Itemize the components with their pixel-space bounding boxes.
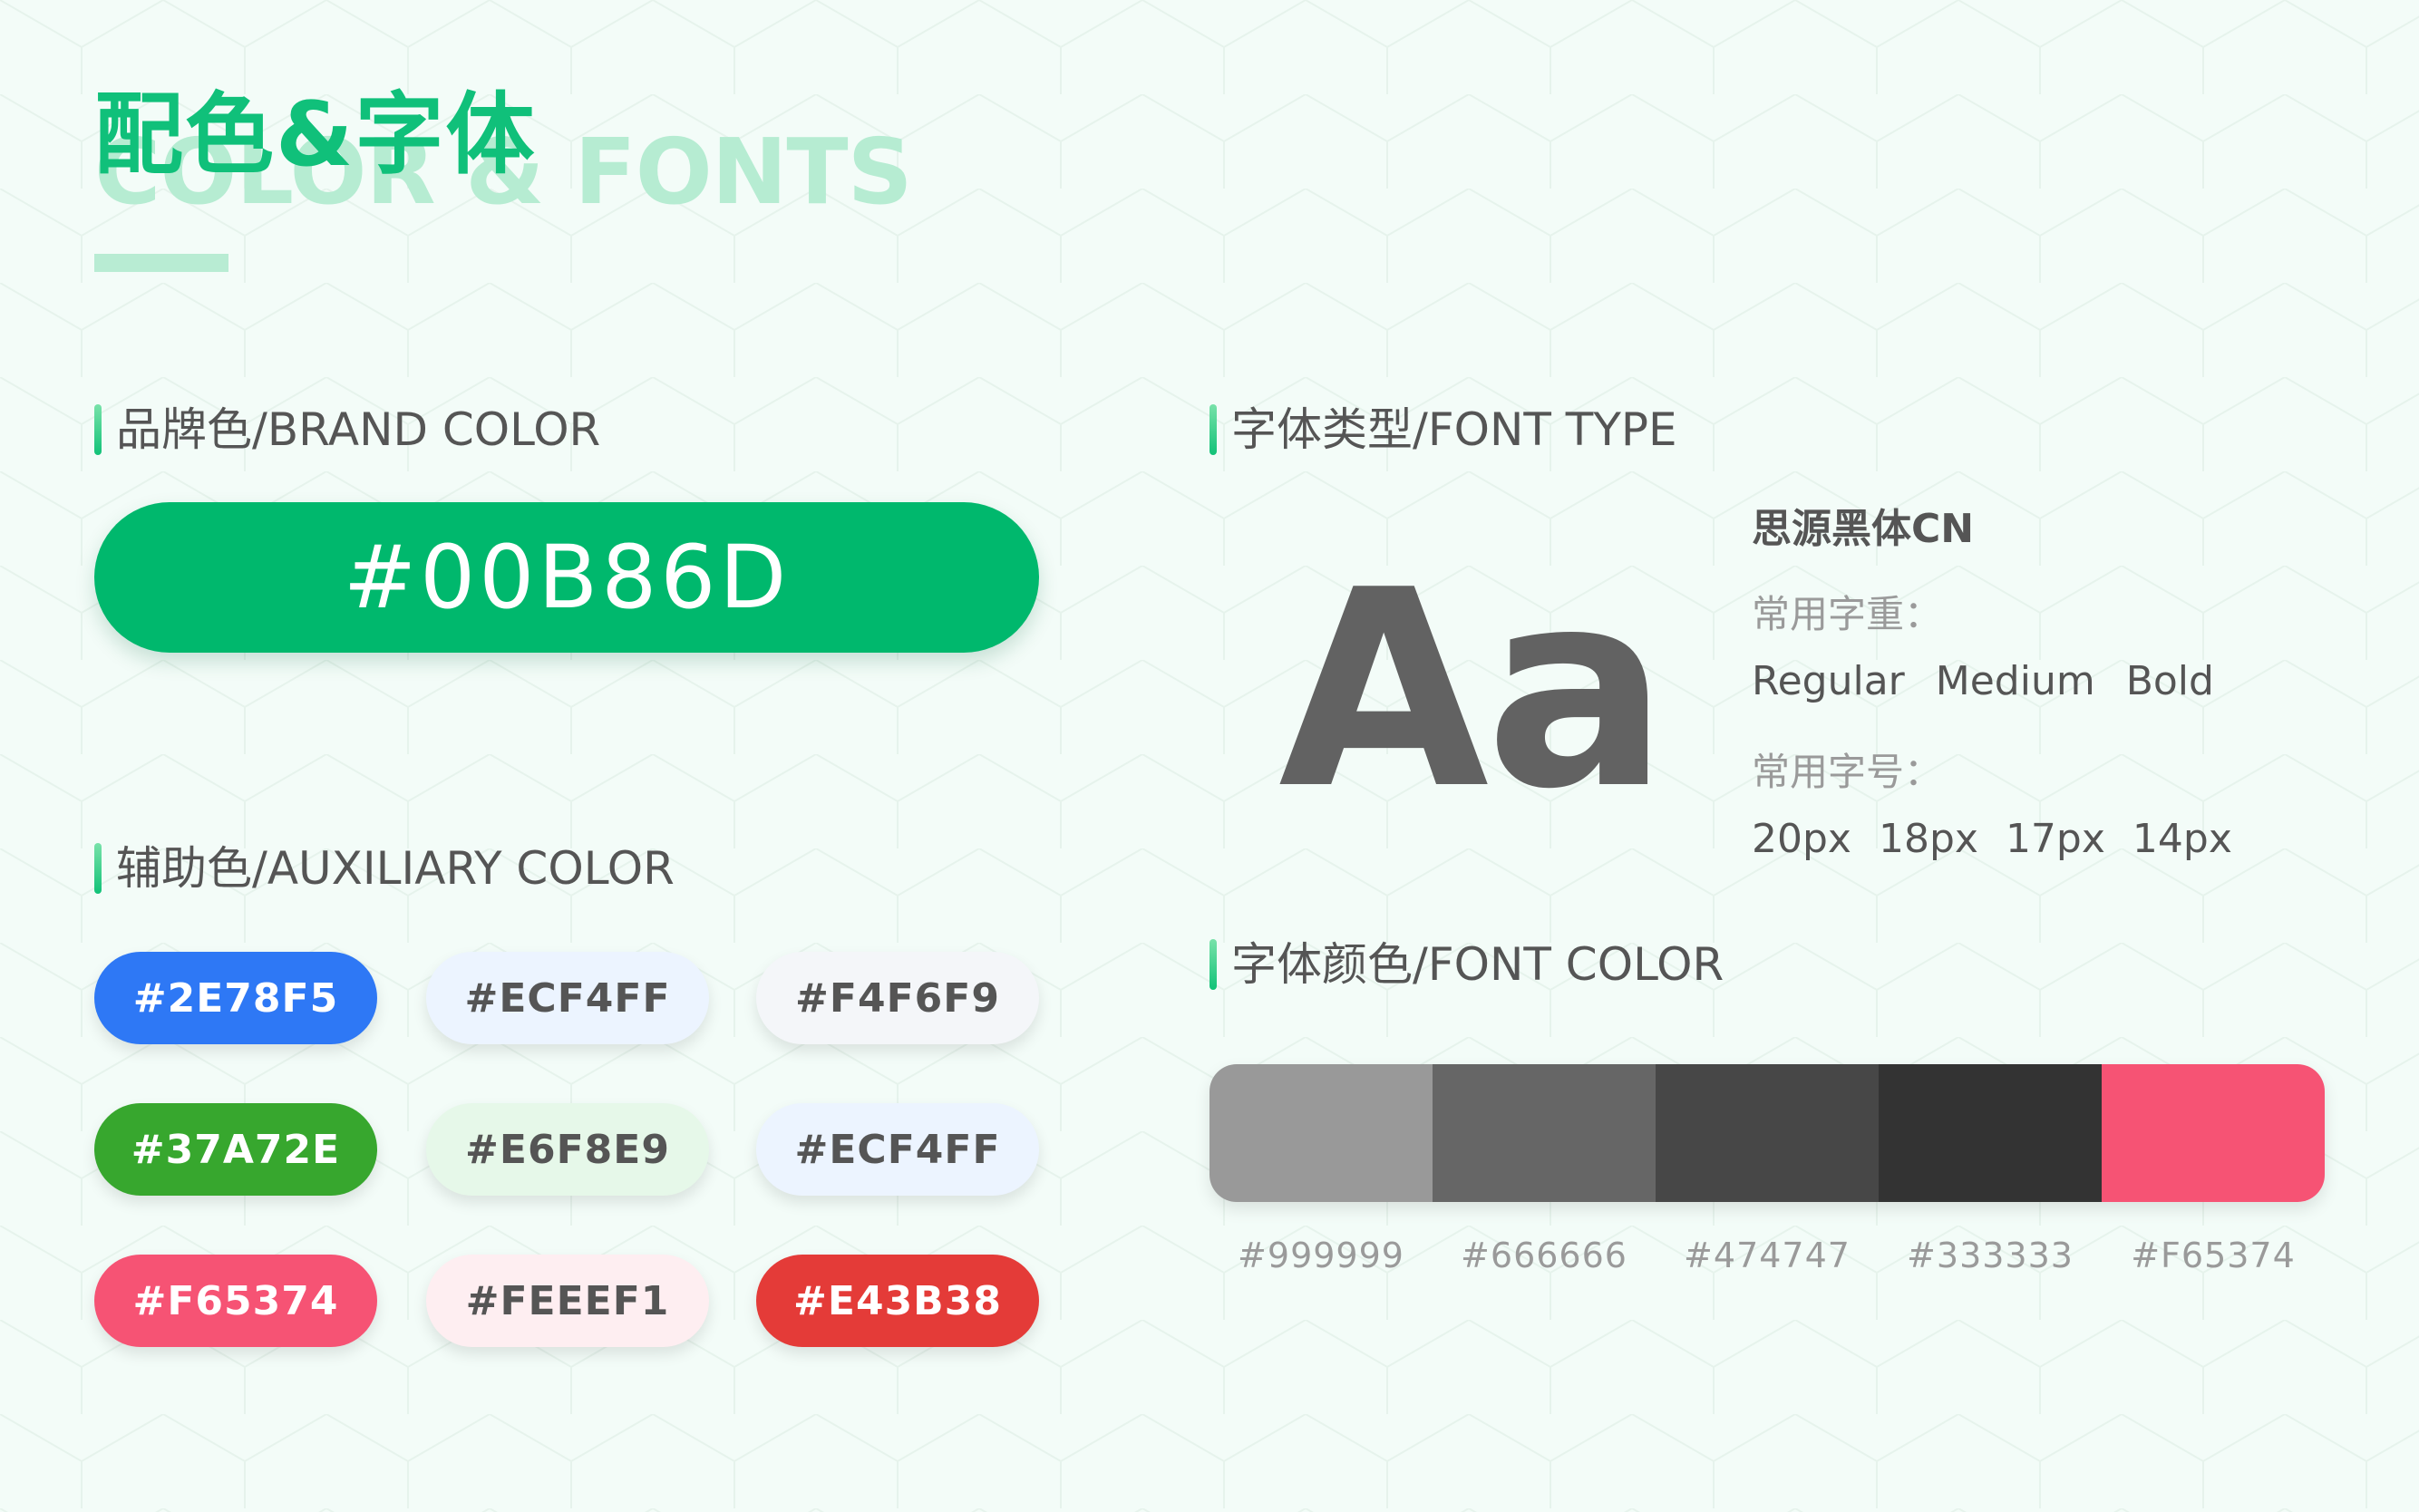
section-marker bbox=[94, 404, 102, 455]
title-underline bbox=[94, 254, 228, 272]
font-family-name: 思源黑体CN bbox=[1752, 506, 1975, 552]
aux-color-label: #FEEEF1 bbox=[465, 1277, 670, 1324]
font-size-item: 17px bbox=[2005, 816, 2105, 862]
font-weight-item: Medium bbox=[1935, 658, 2095, 704]
section-brand-color: 品牌色/BRAND COLOR bbox=[94, 402, 600, 457]
aux-color-label: #37A72E bbox=[131, 1126, 341, 1173]
aux-color-label: #F65374 bbox=[132, 1277, 339, 1324]
brand-color-label: #00B86D bbox=[343, 527, 791, 628]
font-color-label: #F65374 bbox=[2131, 1236, 2296, 1275]
brand-color-swatch: #00B86D bbox=[94, 502, 1039, 653]
font-color-label: #333333 bbox=[1907, 1236, 2074, 1275]
font-color-swatch bbox=[2102, 1064, 2325, 1202]
font-sample-glyphs: Aa bbox=[1278, 532, 1669, 848]
page-title-cn: 配色&字体 bbox=[94, 83, 537, 187]
font-size-item: 14px bbox=[2132, 816, 2232, 862]
aux-color-label: #ECF4FF bbox=[794, 1126, 1001, 1173]
section-marker bbox=[1210, 404, 1217, 455]
font-sizes-list: 20px 18px 17px 14px bbox=[1752, 814, 2232, 865]
aux-color-label: #F4F6F9 bbox=[795, 974, 1000, 1022]
font-color-label: #474747 bbox=[1684, 1236, 1851, 1275]
font-color-swatch bbox=[1210, 1064, 1433, 1202]
font-sizes-label: 常用字号： bbox=[1752, 750, 1943, 794]
font-color-swatch bbox=[1433, 1064, 1656, 1202]
aux-color-swatch: #37A72E bbox=[94, 1103, 377, 1196]
font-color-label: #666666 bbox=[1461, 1236, 1627, 1275]
aux-color-label: #ECF4FF bbox=[464, 974, 671, 1022]
section-marker bbox=[94, 843, 102, 894]
section-font-type-title: 字体类型/FONT TYPE bbox=[1231, 403, 1677, 456]
font-color-label: #999999 bbox=[1238, 1236, 1404, 1275]
aux-color-swatch: #ECF4FF bbox=[426, 952, 709, 1044]
section-marker bbox=[1210, 939, 1217, 990]
section-brand-color-title: 品牌色/BRAND COLOR bbox=[116, 403, 601, 456]
font-weight-item: Bold bbox=[2125, 658, 2214, 704]
section-auxiliary-color: 辅助色/AUXILIARY COLOR bbox=[94, 841, 675, 896]
aux-color-swatch: #ECF4FF bbox=[756, 1103, 1039, 1196]
aux-color-swatch: #E6F8E9 bbox=[426, 1103, 709, 1196]
aux-color-label: #2E78F5 bbox=[132, 974, 339, 1022]
font-size-item: 18px bbox=[1878, 816, 1978, 862]
aux-color-swatch: #FEEEF1 bbox=[426, 1255, 709, 1347]
font-color-labels: #999999 #666666 #474747 #333333 #F65374 bbox=[1210, 1233, 2325, 1278]
font-weights-label: 常用字重： bbox=[1752, 592, 1943, 636]
section-font-type: 字体类型/FONT TYPE bbox=[1210, 402, 1677, 457]
font-weights-list: Regular Medium Bold bbox=[1752, 656, 2214, 707]
font-color-bar bbox=[1210, 1064, 2325, 1202]
aux-color-label: #E6F8E9 bbox=[465, 1126, 670, 1173]
aux-color-label: #E43B38 bbox=[793, 1277, 1002, 1324]
font-size-item: 20px bbox=[1752, 816, 1851, 862]
aux-color-swatch: #F65374 bbox=[94, 1255, 377, 1347]
font-color-swatch bbox=[1879, 1064, 2102, 1202]
aux-color-swatch: #F4F6F9 bbox=[756, 952, 1039, 1044]
section-auxiliary-color-title: 辅助色/AUXILIARY COLOR bbox=[116, 842, 675, 895]
font-weight-item: Regular bbox=[1752, 658, 1905, 704]
section-font-color-title: 字体颜色/FONT COLOR bbox=[1231, 938, 1724, 991]
section-font-color: 字体颜色/FONT COLOR bbox=[1210, 937, 1724, 992]
font-color-swatch bbox=[1656, 1064, 1879, 1202]
page: COLOR & FONTS 配色&字体 品牌色/BRAND COLOR #00B… bbox=[0, 0, 2419, 1512]
aux-color-swatch: #2E78F5 bbox=[94, 952, 377, 1044]
aux-color-swatch: #E43B38 bbox=[756, 1255, 1039, 1347]
